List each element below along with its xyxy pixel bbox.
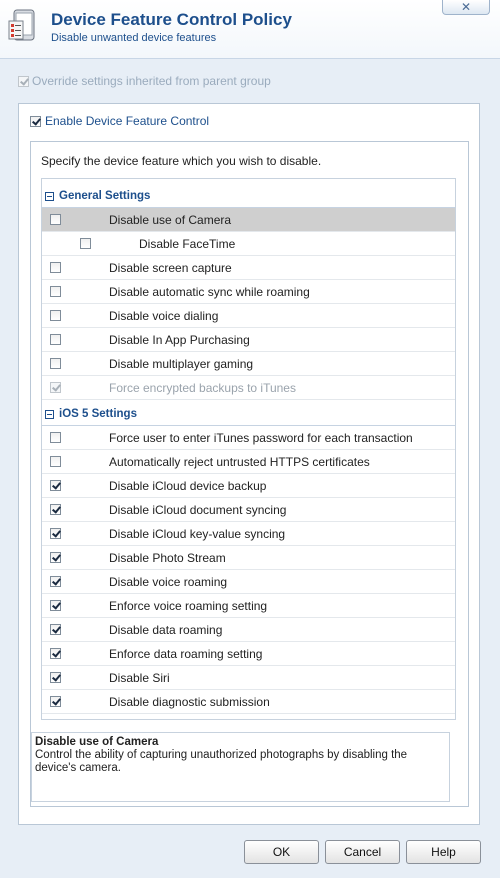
feature-label: Disable iCloud device backup [109,479,267,493]
description-title: Disable use of Camera [35,736,159,748]
feature-row[interactable]: Automatically reject untrusted HTTPS cer… [42,450,455,474]
feature-list[interactable]: General Settings Disable use of Camera Dis… [41,178,456,720]
feature-checkbox[interactable] [50,528,61,539]
feature-row[interactable]: Enforce data roaming setting [42,642,455,666]
feature-row[interactable]: Force user to enter iTunes password for … [42,426,455,450]
feature-checkbox[interactable] [50,672,61,683]
collapse-icon[interactable] [45,192,54,201]
feature-row[interactable]: Disable iCloud key-value syncing [42,522,455,546]
feature-row[interactable]: Disable use of Camera [42,208,455,232]
feature-label: Disable In App Purchasing [109,333,250,347]
feature-label: Disable use of Camera [109,213,232,227]
enable-feature-control-label: Enable Device Feature Control [45,114,210,128]
feature-row[interactable]: Enforce voice roaming setting [42,594,455,618]
feature-checkbox[interactable] [50,552,61,563]
override-settings-checkbox[interactable] [18,76,29,88]
feature-checkbox[interactable] [50,504,61,515]
feature-label: Disable screen capture [109,261,232,275]
feature-label: Force encrypted backups to iTunes [109,381,296,395]
section-header[interactable]: iOS 5 Settings [42,404,455,426]
feature-row[interactable]: Disable In App Purchasing [42,328,455,352]
collapse-icon[interactable] [45,410,54,419]
dialog-header: Device Feature Control Policy Disable un… [0,0,500,59]
feature-checkbox[interactable] [50,334,61,345]
feature-label: Disable Photo Stream [109,551,226,565]
description-panel: Disable use of Camera Control the abilit… [31,732,450,802]
enable-feature-control-checkbox[interactable] [30,116,41,128]
feature-checkbox[interactable] [50,696,61,707]
feature-settings-box: Specify the device feature which you wis… [30,141,469,807]
feature-checkbox[interactable] [50,624,61,635]
feature-row[interactable]: Disable FaceTime [42,232,455,256]
feature-label: Disable voice dialing [109,309,219,323]
feature-label: Disable iCloud document syncing [109,503,287,517]
feature-row[interactable]: Force encrypted backups to iTunes [42,376,455,400]
instruction-text: Specify the device feature which you wis… [41,154,322,168]
feature-label: Disable voice roaming [109,575,228,589]
feature-row[interactable]: Disable data roaming [42,618,455,642]
description-text: Control the ability of capturing unautho… [35,749,408,774]
feature-checkbox[interactable] [50,480,61,491]
feature-checkbox[interactable] [50,456,61,467]
feature-label: Automatically reject untrusted HTTPS cer… [109,455,370,469]
feature-row[interactable]: Disable voice roaming [42,570,455,594]
feature-checkbox[interactable] [50,648,61,659]
feature-row[interactable]: Disable voice dialing [42,304,455,328]
section-title: General Settings [59,190,151,202]
feature-label: Disable multiplayer gaming [109,357,254,371]
feature-checkbox[interactable] [50,310,61,321]
feature-label: Force user to enter iTunes password for … [109,431,413,445]
feature-row[interactable]: Disable screen capture [42,256,455,280]
feature-checkbox[interactable] [50,432,61,443]
override-settings-label: Override settings inherited from parent … [32,74,271,88]
feature-label: Disable diagnostic submission [109,695,270,709]
enable-feature-control-option[interactable]: Enable Device Feature Control [30,114,209,128]
section-header[interactable]: General Settings [42,186,455,208]
feature-row[interactable]: Disable automatic sync while roaming [42,280,455,304]
cancel-button[interactable]: Cancel [325,840,400,864]
feature-row[interactable]: Disable multiplayer gaming [42,352,455,376]
policy-list-icon [8,9,35,41]
feature-label: Enforce voice roaming setting [109,599,268,613]
feature-label: Disable automatic sync while roaming [109,285,310,299]
feature-checkbox[interactable] [50,286,61,297]
feature-label: Disable data roaming [109,623,223,637]
help-button[interactable]: Help [406,840,481,864]
feature-row[interactable]: Disable Photo Stream [42,546,455,570]
feature-checkbox[interactable] [50,214,61,225]
feature-checkbox[interactable] [80,238,91,249]
close-button[interactable]: ✕ [442,0,490,15]
main-panel: Enable Device Feature Control Specify th… [18,103,480,825]
dialog-title: Device Feature Control Policy [51,10,292,29]
feature-label: Enforce data roaming setting [109,647,263,661]
feature-label: Disable Siri [109,671,170,685]
override-settings-option[interactable]: Override settings inherited from parent … [18,74,271,88]
feature-checkbox[interactable] [50,358,61,369]
feature-row[interactable]: Disable iCloud device backup [42,474,455,498]
feature-row[interactable]: Disable diagnostic submission [42,690,455,714]
feature-checkbox[interactable] [50,262,61,273]
feature-checkbox[interactable] [50,576,61,587]
feature-checkbox[interactable] [50,600,61,611]
feature-label: Disable iCloud key-value syncing [109,527,286,541]
feature-row[interactable]: Disable iCloud document syncing [42,498,455,522]
section-title: iOS 5 Settings [59,408,137,420]
feature-checkbox [50,382,61,393]
dialog-subtitle: Disable unwanted device features [51,32,217,44]
feature-row[interactable]: Disable Siri [42,666,455,690]
feature-label: Disable FaceTime [139,237,236,251]
ok-button[interactable]: OK [244,840,319,864]
